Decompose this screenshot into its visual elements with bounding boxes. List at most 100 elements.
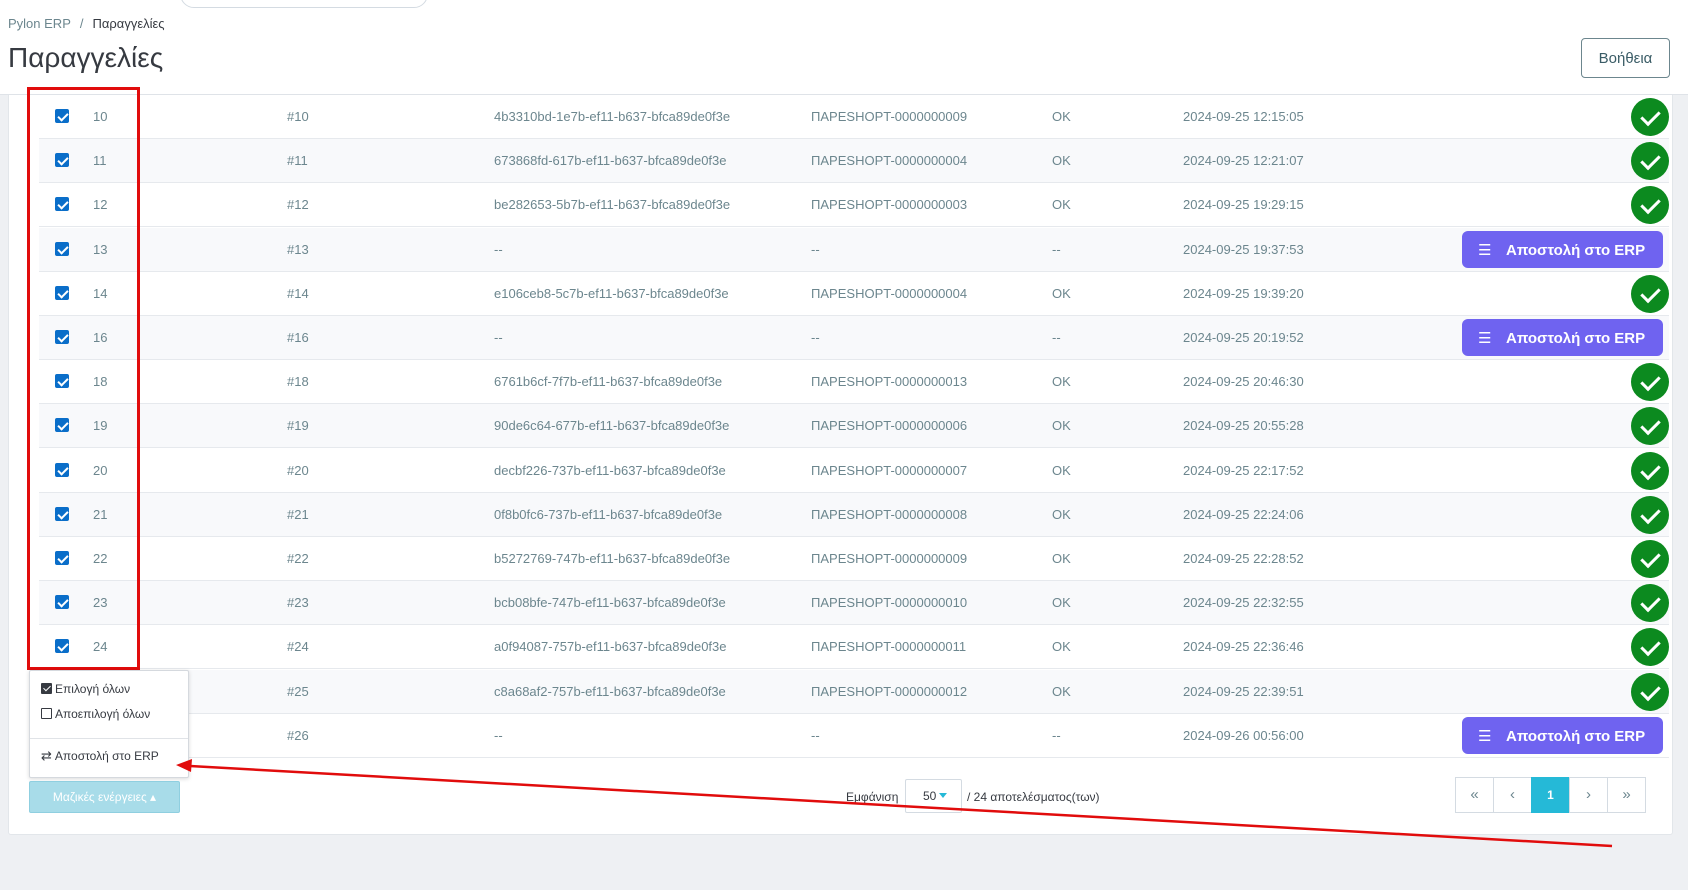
page-first-button[interactable]: «: [1455, 777, 1494, 813]
row-checkbox[interactable]: [55, 551, 69, 565]
order-reference: #13: [287, 242, 309, 257]
row-checkbox[interactable]: [55, 242, 69, 256]
erp-document-code: ΠΑΡΕSHOPT-0000000004: [811, 153, 968, 168]
order-date: 2024-09-25 19:29:15: [1183, 197, 1304, 212]
row-checkbox[interactable]: [55, 418, 69, 432]
order-reference: #18: [287, 374, 309, 389]
row-id: 11: [93, 153, 107, 168]
page-size-value: 50: [923, 789, 937, 803]
erp-document-code: --: [811, 728, 820, 743]
breadcrumb-root[interactable]: Pylon ERP: [8, 16, 71, 31]
erp-document-code: ΠΑΡΕSHOPT-0000000011: [811, 639, 967, 654]
table-row: 10 #10 4b3310bd-1e7b-ef11-b637-bfca89de0f3…: [39, 95, 1669, 139]
row-id: 16: [93, 330, 108, 345]
row-checkbox[interactable]: [55, 109, 69, 123]
erp-document-code: ΠΑΡΕSHOPT-0000000007: [811, 463, 968, 478]
erp-guid: be282653-5b7b-ef11-b637-bfca89de0f3e: [494, 197, 731, 212]
erp-guid: 6761b6cf-7f7b-ef11-b637-bfca89de0f3e: [494, 374, 723, 389]
check-circle-icon: [1631, 673, 1669, 711]
send-to-erp-button[interactable]: ☰ Αποστολή στο ERP: [1462, 319, 1663, 356]
erp-guid: c8a68af2-757b-ef11-b637-bfca89de0f3e: [494, 684, 726, 699]
row-id: 18: [93, 374, 108, 389]
erp-document-code: ΠΑΡΕSHOPT-0000000009: [811, 551, 968, 566]
menu-deselect-all[interactable]: Αποεπιλογή όλων: [41, 707, 150, 721]
page-current-button[interactable]: 1: [1531, 777, 1570, 813]
order-date: 2024-09-25 19:37:53: [1183, 242, 1304, 257]
erp-guid: 90de6c64-677b-ef11-b637-bfca89de0f3e: [494, 418, 730, 433]
erp-guid: b5272769-747b-ef11-b637-bfca89de0f3e: [494, 551, 731, 566]
search-input[interactable]: [180, 0, 428, 8]
sync-status: OK: [1052, 153, 1071, 168]
row-checkbox[interactable]: [55, 153, 69, 167]
erp-document-code: ΠΑΡΕSHOPT-0000000006: [811, 418, 968, 433]
erp-guid: --: [494, 330, 503, 345]
page-next-button[interactable]: ›: [1569, 777, 1608, 813]
send-to-erp-button[interactable]: ☰ Αποστολή στο ERP: [1462, 231, 1663, 268]
check-circle-icon: [1631, 628, 1669, 666]
row-checkbox[interactable]: [55, 197, 69, 211]
sync-status: OK: [1052, 286, 1071, 301]
send-list-icon: ☰: [1478, 329, 1492, 347]
erp-guid: --: [494, 728, 503, 743]
page-prev-button[interactable]: ‹: [1493, 777, 1532, 813]
menu-select-all[interactable]: Επιλογή όλων: [41, 682, 130, 696]
row-checkbox[interactable]: [55, 374, 69, 388]
send-to-erp-button[interactable]: ☰ Αποστολή στο ERP: [1462, 717, 1663, 754]
erp-document-code: --: [811, 330, 820, 345]
order-date: 2024-09-25 20:46:30: [1183, 374, 1304, 389]
order-date: 2024-09-25 22:36:46: [1183, 639, 1304, 654]
sync-status: OK: [1052, 507, 1071, 522]
checked-box-icon: [41, 683, 52, 694]
menu-send-to-erp-label: Αποστολή στο ERP: [54, 749, 159, 763]
row-checkbox[interactable]: [55, 507, 69, 521]
erp-document-code: ΠΑΡΕSHOPT-0000000013: [811, 374, 968, 389]
breadcrumb: Pylon ERP / Παραγγελίες: [8, 16, 165, 31]
empty-box-icon: [41, 708, 52, 719]
order-reference: #14: [287, 286, 309, 301]
help-button[interactable]: Βοήθεια: [1581, 38, 1670, 78]
send-to-erp-label: Αποστολή στο ERP: [1506, 241, 1646, 259]
erp-guid: a0f94087-757b-ef11-b637-bfca89de0f3e: [494, 639, 727, 654]
row-checkbox[interactable]: [55, 286, 69, 300]
sync-status: OK: [1052, 109, 1071, 124]
row-checkbox[interactable]: [55, 639, 69, 653]
order-date: 2024-09-26 00:56:00: [1183, 728, 1304, 743]
table-row: 14 #14 e106ceb8-5c7b-ef11-b637-bfca89de0f3…: [39, 272, 1669, 316]
erp-guid: decbf226-737b-ef11-b637-bfca89de0f3e: [494, 463, 726, 478]
erp-guid: bcb08bfe-747b-ef11-b637-bfca89de0f3e: [494, 595, 726, 610]
order-date: 2024-09-25 22:28:52: [1183, 551, 1304, 566]
row-checkbox[interactable]: [55, 463, 69, 477]
row-id: 23: [93, 595, 108, 610]
table-row: #26 -- -- -- 2024-09-26 00:56:00 ☰ Αποστολή στ…: [39, 714, 1669, 758]
sync-status: OK: [1052, 684, 1071, 699]
menu-send-to-erp[interactable]: ⇄ Αποστολή στο ERP: [41, 748, 159, 764]
row-checkbox[interactable]: [55, 595, 69, 609]
order-date: 2024-09-25 22:32:55: [1183, 595, 1304, 610]
send-list-icon: ☰: [1478, 241, 1492, 259]
bulk-actions-menu: Επιλογή όλων Αποεπιλογή όλων ⇄ Αποστολή σ…: [29, 670, 189, 778]
sync-status: OK: [1052, 463, 1071, 478]
bulk-actions-button[interactable]: Μαζικές ενέργειες ▴: [29, 781, 180, 813]
results-count: / 24 αποτελέσματος(των): [967, 790, 1100, 804]
row-checkbox[interactable]: [55, 330, 69, 344]
row-id: 12: [93, 197, 108, 212]
transfer-arrows-icon: ⇄: [41, 748, 52, 763]
sync-status: OK: [1052, 639, 1071, 654]
page-size-select[interactable]: 50: [905, 779, 962, 813]
table-row: 13 #13 -- -- -- 2024-09-25 19:37:53 ☰ Αποστολή …: [39, 228, 1669, 272]
order-reference: #10: [287, 109, 309, 124]
table-row: 22 #22 b5272769-747b-ef11-b637-bfca89de0f3…: [39, 537, 1669, 581]
table-row: 21 #21 0f8b0fc6-737b-ef11-b637-bfca89de0f3…: [39, 493, 1669, 537]
order-reference: #23: [287, 595, 309, 610]
erp-guid: 0f8b0fc6-737b-ef11-b637-bfca89de0f3e: [494, 507, 723, 522]
row-id: 19: [93, 418, 108, 433]
order-reference: #25: [287, 684, 309, 699]
send-list-icon: ☰: [1478, 727, 1492, 745]
page-size-label: Εμφάνιση: [846, 790, 899, 804]
order-date: 2024-09-25 12:15:05: [1183, 109, 1304, 124]
order-date: 2024-09-25 22:39:51: [1183, 684, 1304, 699]
erp-document-code: ΠΑΡΕSHOPT-0000000009: [811, 109, 968, 124]
send-to-erp-label: Αποστολή στο ERP: [1506, 727, 1646, 745]
menu-divider: [30, 738, 188, 739]
page-last-button[interactable]: »: [1607, 777, 1646, 813]
